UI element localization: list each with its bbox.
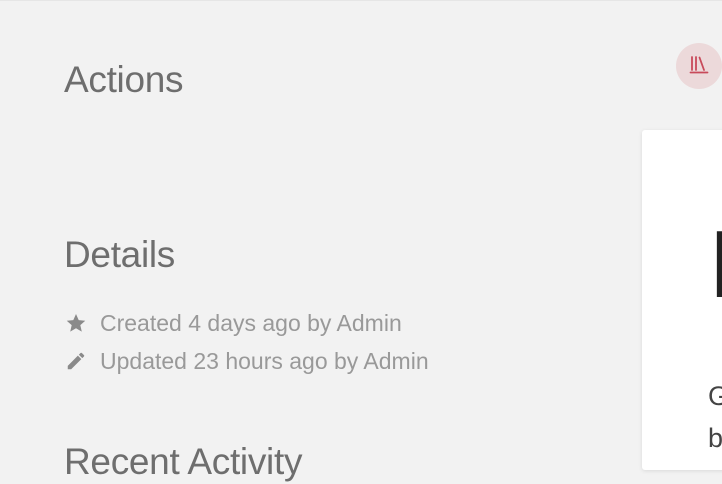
actions-heading: Actions — [64, 59, 184, 100]
content-card: I G b — [642, 130, 722, 470]
shelves-button[interactable] — [676, 43, 722, 89]
updated-meta-text: Updated 23 hours ago by Admin — [100, 347, 429, 374]
sidebar: Actions Details Created 4 days ago by Ad… — [0, 0, 640, 482]
created-meta: Created 4 days ago by Admin — [64, 304, 429, 342]
created-meta-text: Created 4 days ago by Admin — [100, 309, 402, 336]
details-list: Created 4 days ago by Admin Updated 23 h… — [64, 304, 429, 380]
page-title: I — [708, 211, 722, 318]
details-heading: Details — [64, 234, 175, 275]
recent-activity-heading: Recent Activity — [64, 441, 303, 482]
content-text-line: G — [708, 381, 722, 411]
bookshelf-icon — [687, 52, 711, 81]
updated-meta: Updated 23 hours ago by Admin — [64, 342, 429, 380]
content-text-line: b — [708, 423, 722, 453]
star-icon — [64, 311, 88, 335]
pencil-icon — [64, 349, 88, 373]
